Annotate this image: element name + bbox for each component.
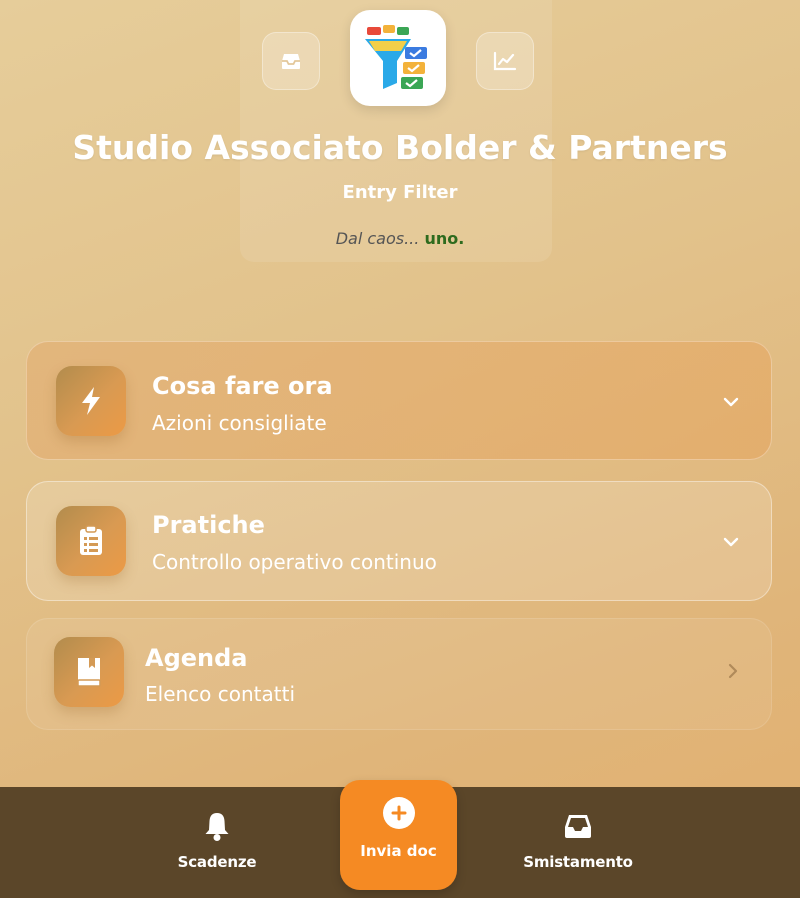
card-pratiche[interactable]: Pratiche Controllo operativo continuo	[26, 481, 772, 601]
card-title: Cosa fare ora	[152, 372, 333, 400]
card-subtitle: Controllo operativo continuo	[152, 550, 437, 574]
card-title: Pratiche	[152, 511, 265, 539]
app-name: Entry Filter	[342, 182, 458, 203]
invia-doc-button[interactable]: Invia doc	[340, 780, 457, 890]
bell-icon	[205, 813, 229, 841]
chevron-down-icon[interactable]	[721, 392, 741, 412]
studio-name: Studio Associato Bolder & Partners	[72, 128, 728, 167]
inbox-button[interactable]	[262, 32, 320, 90]
card-icon-box	[56, 506, 126, 576]
address-book-icon	[77, 658, 101, 687]
inbox-tray-icon	[565, 815, 591, 838]
chevron-right-icon[interactable]	[723, 661, 743, 681]
card-agenda[interactable]: Agenda Elenco contatti	[26, 618, 772, 730]
card-subtitle: Elenco contatti	[145, 682, 296, 706]
clipboard-list-icon	[80, 525, 102, 555]
nav-label: Smistamento	[523, 853, 633, 871]
card-title: Agenda	[145, 644, 248, 672]
nav-smistamento[interactable]: Smistamento	[478, 787, 678, 898]
tagline-lead: Dal caos...	[335, 229, 420, 248]
plus-circle-icon	[382, 797, 415, 829]
tagline-accent: uno.	[424, 229, 465, 248]
card-subtitle: Azioni consigliate	[152, 411, 327, 435]
stats-button[interactable]	[476, 32, 534, 90]
inbox-icon	[282, 54, 300, 69]
card-icon-box	[54, 637, 124, 707]
card-cosa-fare-ora[interactable]: Cosa fare ora Azioni consigliate	[26, 341, 772, 460]
app-logo	[350, 10, 446, 106]
nav-scadenze[interactable]: Scadenze	[117, 787, 317, 898]
invia-doc-label: Invia doc	[360, 842, 437, 860]
lightning-icon	[82, 387, 100, 415]
card-icon-box	[56, 366, 126, 436]
nav-label: Scadenze	[177, 853, 257, 871]
funnel-checklist-logo	[365, 25, 427, 89]
chevron-down-icon[interactable]	[721, 532, 741, 552]
tagline: Dal caos... uno.	[0, 229, 800, 248]
chart-line-icon	[493, 51, 517, 71]
